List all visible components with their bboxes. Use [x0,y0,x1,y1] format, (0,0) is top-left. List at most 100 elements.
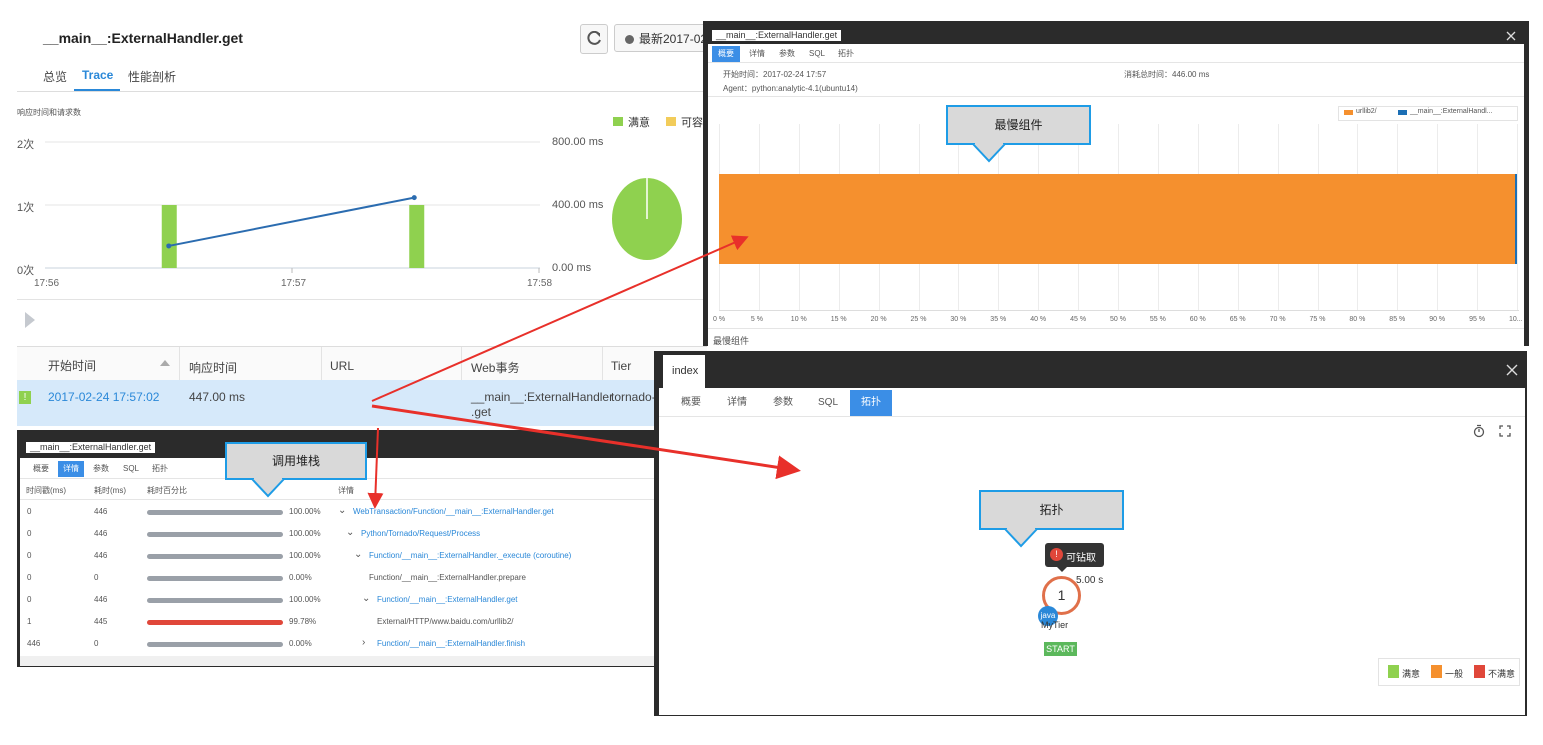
row-duration: 445 [94,617,108,626]
refresh-button[interactable] [580,24,608,54]
panel-a-footer: 最慢组件 [713,336,750,346]
row-start-time[interactable]: 2017-02-24 17:57:02 [48,390,159,404]
row-tier: tornado- [611,390,656,404]
col-web-transaction[interactable]: Web事务 [471,359,519,376]
x-tick: 65 % [1229,316,1246,323]
node-label: MyTier [1041,620,1069,630]
slowest-component-bar[interactable] [719,174,1516,264]
panel-c-tab-sql[interactable]: SQL [807,390,849,416]
handler-bar[interactable] [1515,174,1517,264]
tab-overview[interactable]: 总览 [43,68,67,85]
panel-b-title: __main__:ExternalHandler.get [26,442,156,453]
line-point[interactable] [411,195,417,201]
row-detail[interactable]: Function/__main__:ExternalHandler.get [377,595,518,604]
expand-toggle-icon: › [362,637,366,648]
callout-call-stack: 调用堆栈 [225,442,367,480]
line-point[interactable] [166,243,172,249]
status-warning-icon: ! [19,391,31,404]
col-timestamp: 时间戳(ms) [26,486,66,495]
row-web-tx-line2: .get [471,405,492,419]
x-tick: 95 % [1469,316,1486,323]
col-tier[interactable]: Tier [611,359,631,373]
panel-c-tab-topology[interactable]: 拓扑 [850,390,892,416]
row-detail: External/HTTP/www.baidu.com/urllib2/ [377,617,514,626]
col-start-time[interactable]: 开始时间 [48,357,96,374]
x-tick: 17:56 [34,278,60,289]
legend-handler-swatch [1398,110,1407,115]
drill-tooltip[interactable]: ! 可钻取 [1045,543,1104,567]
x-tick: 85 % [1389,316,1406,323]
row-duration: 0 [94,573,99,582]
row-percentage: 100.00% [289,507,321,516]
panel-c-tab-summary[interactable]: 概要 [670,390,712,416]
legend-good-swatch [1388,665,1399,678]
row-web-tx-line1: __main__:ExternalHandler [471,390,614,404]
row-detail[interactable]: Python/Tornado/Request/Process [361,529,480,538]
y-right-tick: 400.00 ms [552,199,604,211]
refresh-icon [587,31,601,45]
col-url[interactable]: URL [330,359,354,373]
row-timestamp: 0 [27,529,32,538]
panel-a-tab-sql[interactable]: SQL [803,46,831,62]
col-percentage: 耗时百分比 [147,486,187,495]
panel-a-tab-params[interactable]: 参数 [773,46,801,62]
start-node[interactable]: START [1044,642,1077,656]
sort-asc-icon[interactable] [160,360,170,366]
expand-toggle-icon: ⌄ [338,505,347,516]
row-response-time: 447.00 ms [189,390,246,404]
row-detail[interactable]: Function/__main__:ExternalHandler._execu… [369,551,571,560]
tab-trace[interactable]: Trace [82,68,113,82]
panel-c-tab-detail[interactable]: 详情 [716,390,758,416]
row-duration: 0 [94,639,99,648]
panel-b-tab-sql[interactable]: SQL [118,461,144,477]
panel-a-tab-summary[interactable]: 概要 [712,46,740,62]
fullscreen-icon[interactable] [1499,425,1511,437]
col-response-time[interactable]: 响应时间 [189,359,237,376]
section-divider [17,299,707,300]
row-percentage: 100.00% [289,529,321,538]
panel-b-tab-detail[interactable]: 详情 [58,461,84,477]
row-timestamp: 0 [27,507,32,516]
x-tick: 10 % [790,316,807,323]
total-time-value: 446.00 ms [1172,70,1210,79]
legend-urllib-label: urllib2/ [1356,108,1377,115]
x-tick: 10... [1509,316,1523,323]
x-tick: 20 % [870,316,887,323]
play-icon[interactable] [24,311,36,329]
panel-c-title[interactable]: index [663,355,705,388]
row-timestamp: 0 [27,573,32,582]
chart-bar [161,205,177,268]
x-tick: 35 % [990,316,1007,323]
table-row[interactable]: ! 2017-02-24 17:57:02 447.00 ms __main__… [17,380,707,426]
drill-tooltip-label: 可钻取 [1066,553,1096,564]
x-tick: 17:57 [281,278,307,289]
time-range-button[interactable]: 最新2017-02 [614,24,714,52]
panel-c-tab-params[interactable]: 参数 [762,390,804,416]
row-percentage: 99.78% [289,617,317,626]
tab-profiling[interactable]: 性能剖析 [128,68,176,85]
row-percentage: 0.00% [289,573,312,582]
row-detail[interactable]: Function/__main__:ExternalHandler.finish [377,639,525,648]
x-tick: 60 % [1189,316,1206,323]
close-icon[interactable] [1506,364,1518,376]
panel-a-tab-detail[interactable]: 详情 [743,46,771,62]
close-icon[interactable] [1506,31,1516,41]
agent-value: python:analytic-4.1(ubuntu14) [751,84,858,93]
row-percentage: 100.00% [289,551,321,560]
legend-bad-swatch [1474,665,1485,678]
row-timestamp: 0 [27,595,32,604]
legend-good-label: 满意 [1402,669,1421,679]
x-tick: 17:58 [527,278,553,289]
x-tick: 15 % [830,316,847,323]
expand-toggle-icon: ⌄ [346,527,355,538]
panel-b-tab-topology[interactable]: 拓扑 [147,461,173,477]
row-timestamp: 446 [27,639,41,648]
panel-b-tab-summary[interactable]: 概要 [28,461,54,477]
panel-a-tab-topology[interactable]: 拓扑 [832,46,860,62]
timer-icon[interactable] [1473,424,1485,438]
tabs-divider [17,91,707,92]
callout-slowest-component: 最慢组件 [946,105,1091,145]
grid-line [1517,124,1518,310]
panel-b-tab-params[interactable]: 参数 [88,461,114,477]
row-detail[interactable]: WebTransaction/Function/__main__:Externa… [353,507,554,516]
